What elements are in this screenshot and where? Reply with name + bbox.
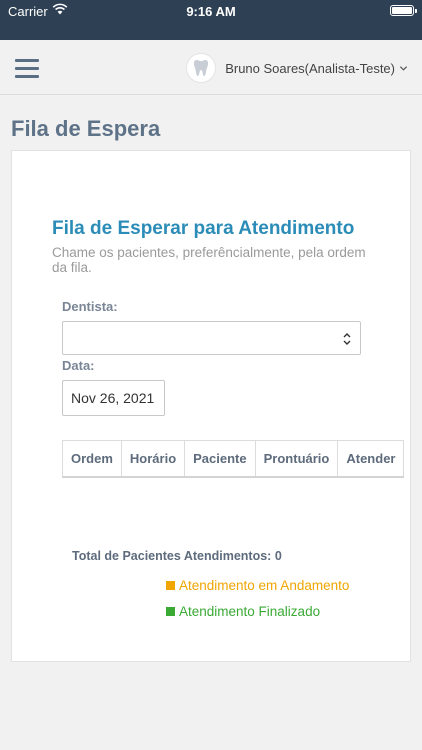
user-menu[interactable]: Bruno Soares(Analista-Teste) — [186, 53, 408, 83]
queue-table: Ordem Horário Paciente Prontuário Atende… — [62, 440, 405, 478]
dentist-select[interactable] — [62, 321, 361, 355]
date-input[interactable]: Nov 26, 2021 — [62, 380, 165, 416]
column-paciente: Paciente — [184, 440, 256, 476]
tooth-icon — [194, 60, 209, 76]
page-title: Fila de Espera — [11, 116, 161, 141]
column-prontuario: Prontuário — [255, 440, 339, 476]
legend-swatch-finished — [166, 607, 175, 616]
total-patients: Total de Pacientes Atendimentos: 0 — [72, 549, 282, 563]
table-empty-row — [62, 475, 404, 477]
hamburger-icon[interactable] — [15, 59, 39, 79]
legend-swatch-in-progress — [166, 581, 175, 590]
panel-subtitle: Chame os pacientes, preferêncialmente, p… — [52, 245, 366, 275]
legend-finished: Atendimento Finalizado — [166, 604, 320, 619]
legend-in-progress: Atendimento em Andamento — [166, 578, 349, 593]
date-label: Data: — [62, 358, 95, 373]
user-name: Bruno Soares(Analista-Teste) — [225, 60, 395, 76]
chevron-down-icon — [399, 65, 408, 71]
avatar — [186, 53, 217, 83]
legend-label-finished: Atendimento Finalizado — [179, 604, 321, 619]
panel-title: Fila de Esperar para Atendimento — [52, 218, 355, 239]
column-ordem: Ordem — [62, 440, 122, 476]
status-bar: Carrier 9:16 AM — [0, 0, 422, 40]
select-arrows-icon — [343, 333, 351, 345]
table-header-row: Ordem Horário Paciente Prontuário Atende… — [62, 440, 404, 476]
column-horario: Horário — [121, 440, 186, 476]
battery-icon — [390, 5, 417, 16]
legend-label-in-progress: Atendimento em Andamento — [179, 578, 350, 593]
column-atender: Atender — [346, 450, 396, 466]
dentist-label: Dentista: — [62, 299, 118, 314]
top-navbar: Bruno Soares(Analista-Teste) — [0, 40, 422, 95]
status-time: 9:16 AM — [186, 4, 236, 19]
queue-panel: Fila de Esperar para Atendimento Chame o… — [11, 150, 411, 662]
